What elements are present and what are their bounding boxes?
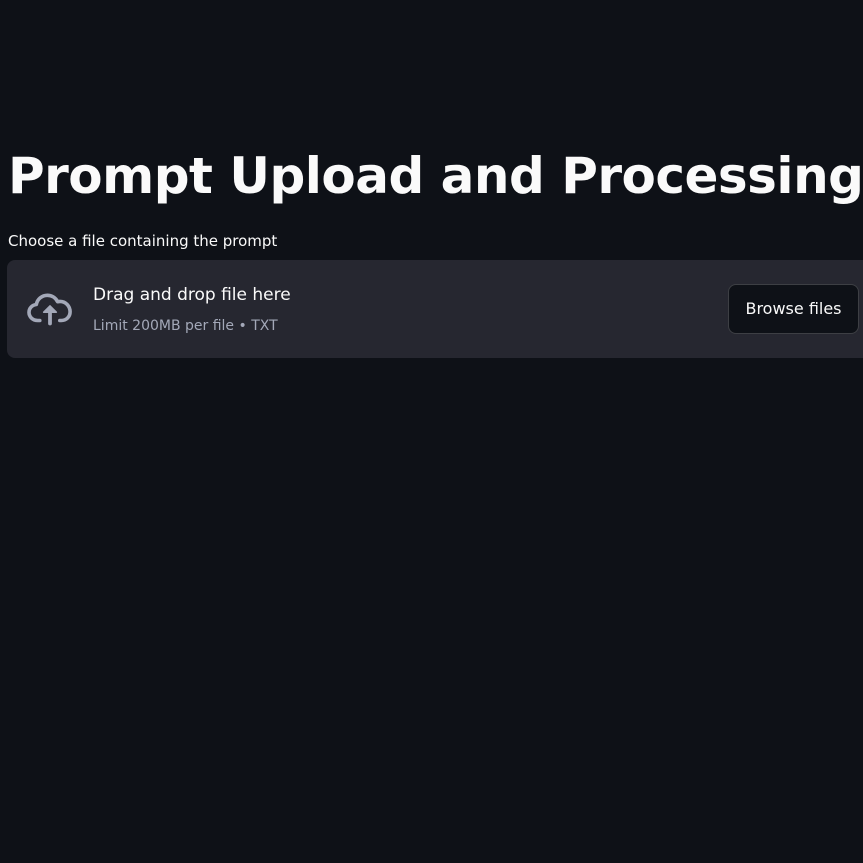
file-uploader-label: Choose a file containing the prompt xyxy=(8,232,278,250)
file-dropzone[interactable]: Drag and drop file here Limit 200MB per … xyxy=(7,260,863,358)
file-limit-text: Limit 200MB per file • TXT xyxy=(93,318,278,334)
page-title: Prompt Upload and Processing xyxy=(8,147,863,205)
dropzone-instructions: Drag and drop file here xyxy=(93,285,291,305)
browse-files-button[interactable]: Browse files xyxy=(728,284,859,334)
cloud-upload-icon xyxy=(26,288,74,328)
